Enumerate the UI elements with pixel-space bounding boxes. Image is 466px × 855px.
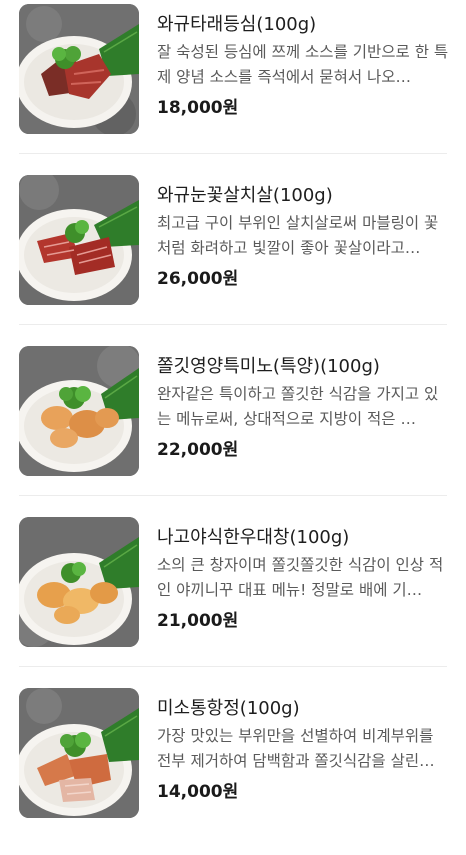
menu-item[interactable]: 미소통항정(100g) 가장 맛있는 부위만을 선별하여 비계부위를 전부 제거… [0,684,466,855]
divider [19,666,447,667]
menu-item-photo [19,517,139,647]
menu-item-photo [19,346,139,476]
marbled-chuck-flap-dish-icon [19,175,139,305]
menu-item-description: 잘 숙성된 등심에 쯔께 소스를 기반으로 한 특제 양념 소스를 즉석에서 묻… [157,43,449,86]
divider [19,153,447,154]
menu-list: 와규타래등심(100g) 잘 숙성된 등심에 쯔께 소스를 기반으로 한 특제 … [0,0,466,818]
menu-item-name: 쫄깃영양특미노(특양)(100g) [157,356,380,377]
menu-item-photo [19,4,139,134]
beef-large-intestine-dish-icon [19,517,139,647]
menu-item-description: 가장 맛있는 부위만을 선별하여 비계부위를 전부 제거하여 담백함과 쫄깃식감… [157,727,435,770]
menu-item-description: 완자같은 특이하고 쫄깃한 식감을 가지고 있는 메뉴로써, 상대적으로 지방이… [157,385,439,428]
menu-item-name: 와규눈꽃살치살(100g) [157,185,333,206]
menu-item-price: 22,000원 [157,440,239,460]
menu-item-description: 소의 큰 창자이며 쫄깃쫄깃한 식감이 인상 적인 야끼니꾸 대표 메뉴! 정말… [157,556,444,599]
menu-item-photo [19,688,139,818]
tripe-dish-icon [19,346,139,476]
menu-item-price: 18,000원 [157,98,239,118]
divider [19,324,447,325]
menu-item-name: 나고야식한우대창(100g) [157,527,350,548]
divider [19,495,447,496]
menu-item[interactable]: 나고야식한우대창(100g) 소의 큰 창자이며 쫄깃쫄깃한 식감이 인상 적인… [0,513,466,684]
menu-item[interactable]: 와규눈꽃살치살(100g) 최고급 구이 부위인 살치살로써 마블링이 꽃처럼 … [0,171,466,342]
menu-item[interactable]: 와규타래등심(100g) 잘 숙성된 등심에 쯔께 소스를 기반으로 한 특제 … [0,0,466,171]
menu-item-price: 14,000원 [157,782,239,802]
menu-item-name: 미소통항정(100g) [157,698,300,719]
menu-item-price: 21,000원 [157,611,239,631]
menu-item[interactable]: 쫄깃영양특미노(특양)(100g) 완자같은 특이하고 쫄깃한 식감을 가지고 … [0,342,466,513]
menu-item-name: 와규타래등심(100g) [157,14,317,35]
menu-item-description: 최고급 구이 부위인 살치살로써 마블링이 꽃처럼 화려하고 빛깔이 좋아 꽃살… [157,214,439,257]
miso-pork-jowl-dish-icon [19,688,139,818]
menu-item-price: 26,000원 [157,269,239,289]
marinated-beef-sirloin-dish-icon [19,4,139,134]
menu-item-photo [19,175,139,305]
